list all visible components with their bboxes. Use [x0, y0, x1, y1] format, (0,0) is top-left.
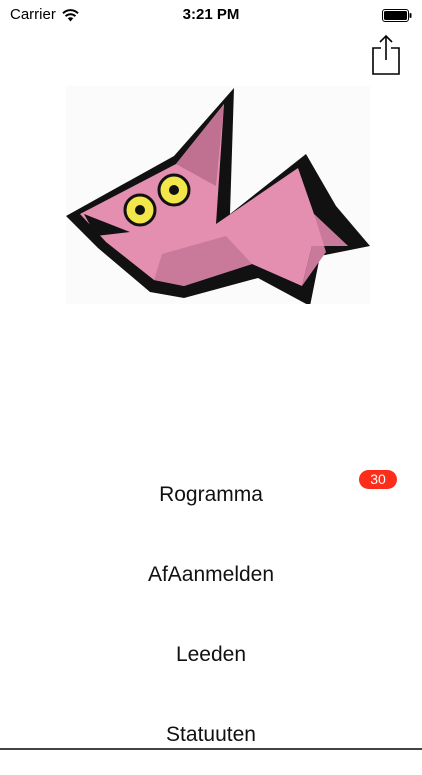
menu-item-label: AfAanmelden [147, 563, 275, 586]
main-menu: Rogramma 30 AfAanmelden Leeden Statuuten [0, 455, 422, 775]
battery-icon [382, 9, 412, 22]
menu-item-statuuten[interactable]: Statuuten [0, 695, 422, 775]
fish-logo [66, 86, 370, 304]
menu-item-leeden[interactable]: Leeden [0, 615, 422, 695]
status-time: 3:21 PM [182, 6, 240, 23]
menu-item-afaanmelden[interactable]: AfAanmelden [0, 535, 422, 615]
share-icon [372, 34, 400, 75]
menu-item-rogramma[interactable]: Rogramma 30 [0, 455, 422, 535]
status-bar: Carrier 3:21 PM [0, 0, 422, 30]
share-button[interactable] [372, 34, 400, 76]
notification-badge: 30 [359, 470, 397, 489]
menu-item-label: Leeden [175, 643, 247, 666]
menu-item-label: Statuuten [166, 723, 256, 746]
menu-item-label: Rogramma [159, 483, 263, 506]
